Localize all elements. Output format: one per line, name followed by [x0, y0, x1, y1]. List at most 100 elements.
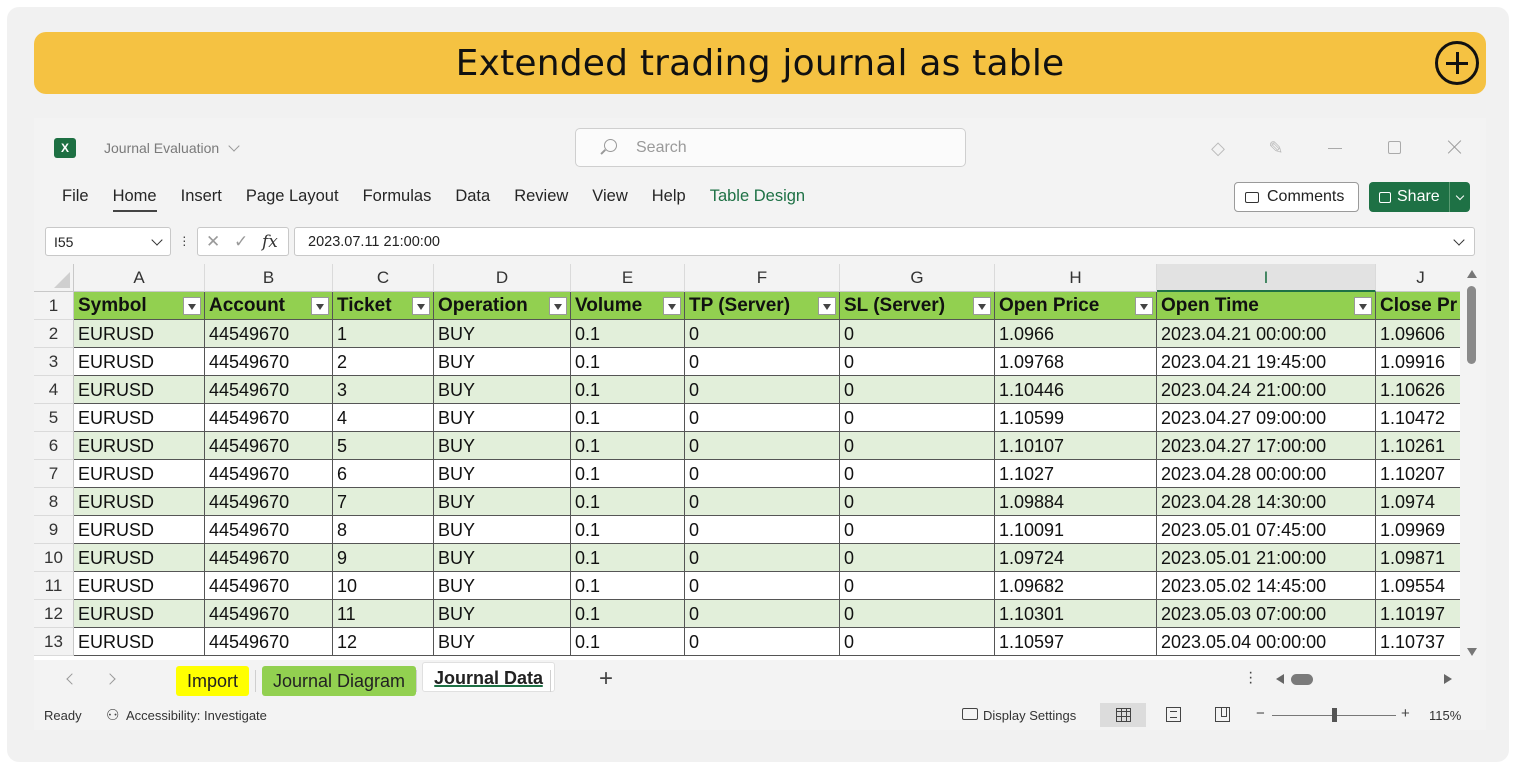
table-cell[interactable]: 44549670: [205, 320, 333, 348]
table-header-cell[interactable]: Close Pr: [1376, 292, 1460, 320]
row-header[interactable]: 2: [34, 320, 74, 348]
display-settings-button[interactable]: Display Settings: [983, 708, 1076, 723]
zoom-level[interactable]: 115%: [1429, 708, 1461, 723]
table-cell[interactable]: EURUSD: [74, 628, 205, 656]
name-box[interactable]: I55: [45, 227, 171, 256]
next-sheet-chevron-icon[interactable]: [104, 673, 116, 685]
table-cell[interactable]: BUY: [434, 628, 571, 656]
table-cell[interactable]: 0: [685, 544, 840, 572]
table-cell[interactable]: 0: [685, 600, 840, 628]
table-header-cell[interactable]: Open Price: [995, 292, 1157, 320]
sheet-tab-import[interactable]: Import: [176, 666, 250, 696]
column-header-e[interactable]: E: [571, 264, 685, 292]
zoom-in-button[interactable]: +: [1401, 705, 1410, 722]
table-header-cell[interactable]: Open Time: [1157, 292, 1376, 320]
table-cell[interactable]: 0.1: [571, 516, 685, 544]
table-cell[interactable]: 1.10599: [995, 404, 1157, 432]
table-cell[interactable]: 2023.05.03 07:00:00: [1157, 600, 1376, 628]
row-header[interactable]: 5: [34, 404, 74, 432]
diamond-premium-icon[interactable]: ◇: [1208, 138, 1228, 158]
table-cell[interactable]: 0: [685, 628, 840, 656]
table-cell[interactable]: 0: [840, 376, 995, 404]
normal-view-button[interactable]: [1100, 703, 1146, 727]
table-cell[interactable]: 1.0974: [1376, 488, 1460, 516]
table-cell[interactable]: 9: [333, 544, 434, 572]
table-cell[interactable]: 1.09884: [995, 488, 1157, 516]
scroll-up-arrow-icon[interactable]: [1467, 270, 1477, 278]
filter-dropdown-icon[interactable]: [412, 297, 430, 315]
row-header[interactable]: 12: [34, 600, 74, 628]
add-sheet-button[interactable]: +: [599, 665, 613, 693]
ribbon-tab-home[interactable]: Home: [112, 187, 157, 212]
table-cell[interactable]: 2023.05.02 14:45:00: [1157, 572, 1376, 600]
table-cell[interactable]: 0: [685, 432, 840, 460]
table-cell[interactable]: EURUSD: [74, 432, 205, 460]
table-cell[interactable]: 1.10472: [1376, 404, 1460, 432]
row-header[interactable]: 6: [34, 432, 74, 460]
table-cell[interactable]: 2023.04.27 17:00:00: [1157, 432, 1376, 460]
table-cell[interactable]: BUY: [434, 432, 571, 460]
ribbon-tab-table-design[interactable]: Table Design: [710, 187, 805, 212]
comments-button[interactable]: Comments: [1234, 182, 1359, 212]
share-chevron-down-icon[interactable]: [1455, 191, 1465, 201]
row-header[interactable]: 4: [34, 376, 74, 404]
filter-dropdown-icon[interactable]: [818, 297, 836, 315]
table-cell[interactable]: 1.10301: [995, 600, 1157, 628]
table-cell[interactable]: 0.1: [571, 572, 685, 600]
table-header-cell[interactable]: Symbol: [74, 292, 205, 320]
row-header[interactable]: 10: [34, 544, 74, 572]
ribbon-tab-insert[interactable]: Insert: [181, 187, 222, 212]
prev-sheet-chevron-icon[interactable]: [66, 673, 78, 685]
table-cell[interactable]: 12: [333, 628, 434, 656]
table-cell[interactable]: BUY: [434, 516, 571, 544]
table-cell[interactable]: 44549670: [205, 432, 333, 460]
table-cell[interactable]: 2023.04.28 00:00:00: [1157, 460, 1376, 488]
table-cell[interactable]: 44549670: [205, 572, 333, 600]
table-cell[interactable]: EURUSD: [74, 516, 205, 544]
row-header[interactable]: 13: [34, 628, 74, 656]
table-cell[interactable]: 0: [840, 320, 995, 348]
table-cell[interactable]: 0.1: [571, 488, 685, 516]
page-layout-view-icon[interactable]: [1166, 707, 1181, 722]
column-header-i[interactable]: I: [1157, 264, 1376, 292]
column-header-a[interactable]: A: [74, 264, 205, 292]
filter-dropdown-icon[interactable]: [663, 297, 681, 315]
ribbon-tab-help[interactable]: Help: [652, 187, 686, 212]
scroll-down-arrow-icon[interactable]: [1467, 648, 1477, 656]
table-cell[interactable]: 5: [333, 432, 434, 460]
table-cell[interactable]: BUY: [434, 348, 571, 376]
table-cell[interactable]: BUY: [434, 460, 571, 488]
ribbon-tab-review[interactable]: Review: [514, 187, 568, 212]
column-header-c[interactable]: C: [333, 264, 434, 292]
table-cell[interactable]: BUY: [434, 544, 571, 572]
row-header[interactable]: 1: [34, 292, 74, 320]
table-cell[interactable]: 0.1: [571, 404, 685, 432]
table-cell[interactable]: EURUSD: [74, 320, 205, 348]
table-cell[interactable]: 0: [685, 404, 840, 432]
sheet-options-icon[interactable]: · · ·: [1248, 665, 1253, 691]
table-cell[interactable]: 44549670: [205, 460, 333, 488]
column-header-b[interactable]: B: [205, 264, 333, 292]
table-cell[interactable]: EURUSD: [74, 348, 205, 376]
filter-dropdown-icon[interactable]: [1354, 297, 1372, 315]
more-options-icon[interactable]: · · ·: [182, 229, 187, 251]
table-cell[interactable]: EURUSD: [74, 460, 205, 488]
table-cell[interactable]: 0: [840, 516, 995, 544]
table-cell[interactable]: 1.09871: [1376, 544, 1460, 572]
table-cell[interactable]: 44549670: [205, 348, 333, 376]
table-cell[interactable]: 1.09768: [995, 348, 1157, 376]
column-header-h[interactable]: H: [995, 264, 1157, 292]
table-cell[interactable]: 0: [685, 488, 840, 516]
vertical-scrollbar[interactable]: [1464, 264, 1480, 660]
table-header-cell[interactable]: Ticket: [333, 292, 434, 320]
table-cell[interactable]: 0.1: [571, 460, 685, 488]
table-cell[interactable]: 44549670: [205, 488, 333, 516]
table-cell[interactable]: 1.10446: [995, 376, 1157, 404]
table-cell[interactable]: 1.10197: [1376, 600, 1460, 628]
table-cell[interactable]: 44549670: [205, 600, 333, 628]
select-all-corner[interactable]: [34, 264, 74, 292]
table-cell[interactable]: 1: [333, 320, 434, 348]
table-cell[interactable]: BUY: [434, 600, 571, 628]
close-icon[interactable]: [1446, 138, 1464, 156]
table-cell[interactable]: 0: [840, 460, 995, 488]
